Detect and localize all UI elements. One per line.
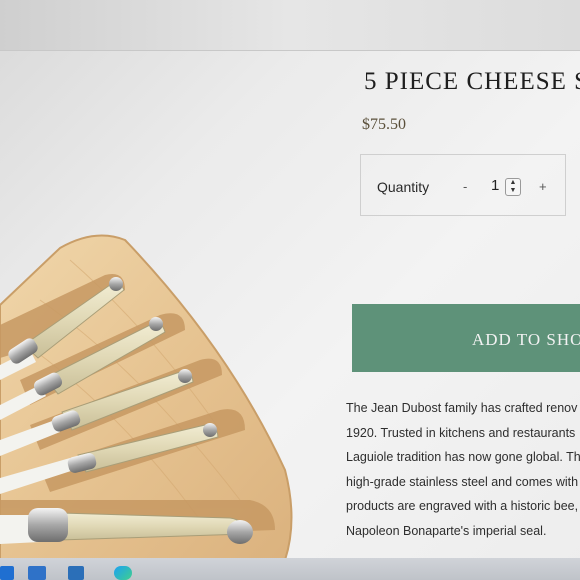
- product-title: 5 PIECE CHEESE S: [364, 68, 580, 95]
- quantity-selector: Quantity - 1 ▲ ▼ +: [360, 154, 566, 216]
- quantity-spinner-icon[interactable]: ▲ ▼: [505, 178, 521, 196]
- description-line: 1920. Trusted in kitchens and restaurant…: [346, 425, 576, 440]
- quantity-input[interactable]: 1: [491, 177, 499, 194]
- product-image-cheese-knife-set: [0, 234, 293, 560]
- product-price: $75.50: [362, 116, 406, 133]
- description-line: Laguiole tradition has now gone global. …: [346, 450, 580, 464]
- windows-start-icon[interactable]: [0, 566, 14, 580]
- description-line: Napoleon Bonaparte's imperial seal.: [346, 523, 547, 538]
- description-line: The Jean Dubost family has crafted renov: [346, 401, 578, 415]
- calculator-icon[interactable]: [68, 566, 84, 580]
- quantity-label: Quantity: [377, 179, 430, 195]
- os-taskbar: [0, 558, 580, 580]
- description-line: products are engraved with a historic be…: [346, 499, 579, 513]
- description-line: high-grade stainless steel and comes wit…: [346, 474, 579, 489]
- product-description: The Jean Dubost family has crafted renov…: [346, 396, 580, 543]
- add-to-cart-label: ADD TO SHO: [472, 330, 580, 349]
- mail-icon[interactable]: [28, 566, 46, 580]
- quantity-decrease-button[interactable]: -: [463, 179, 467, 194]
- quantity-increase-button[interactable]: +: [539, 179, 547, 194]
- edge-icon[interactable]: [114, 566, 132, 580]
- add-to-cart-button[interactable]: ADD TO SHO: [352, 304, 580, 372]
